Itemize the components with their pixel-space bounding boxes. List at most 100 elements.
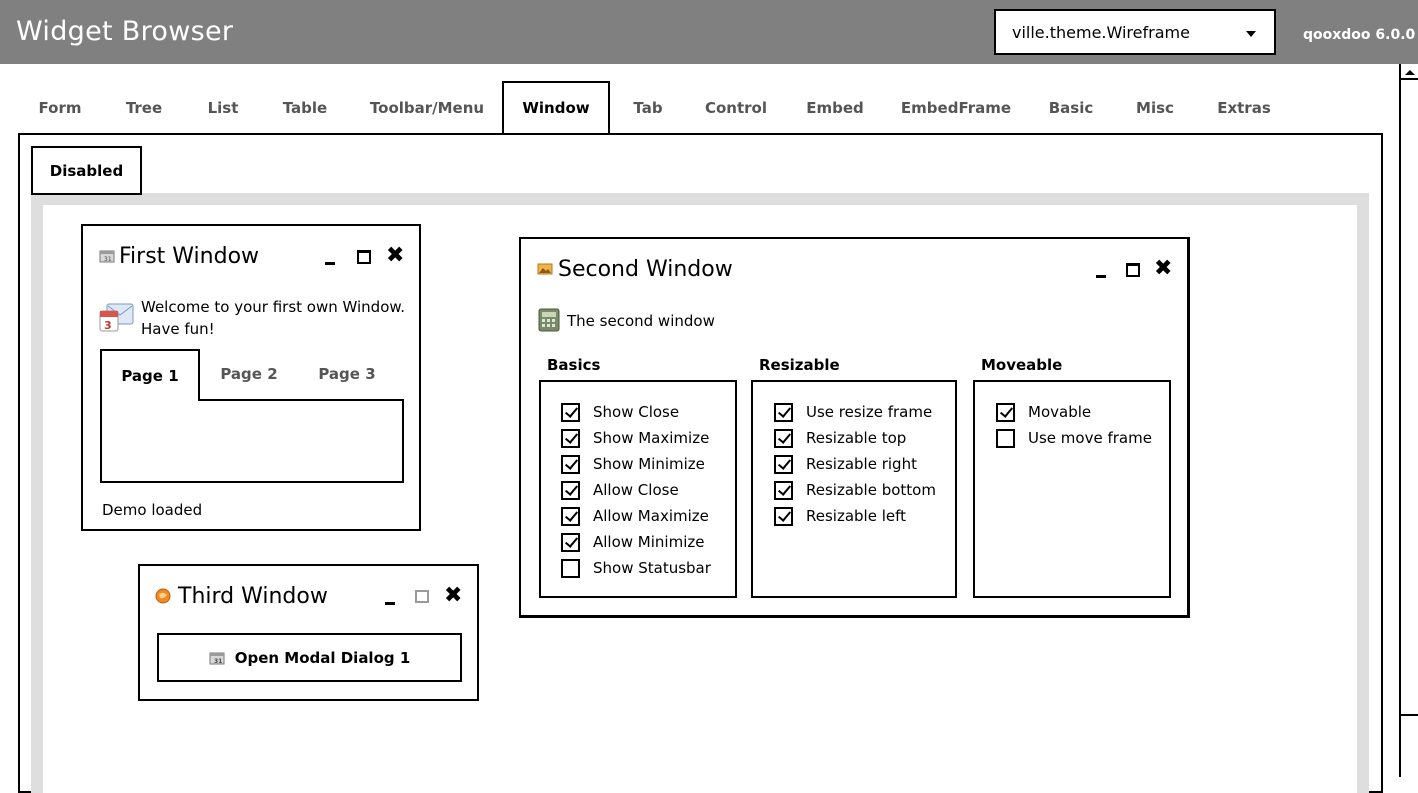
checkbox-label: Resizable top: [806, 429, 907, 447]
first-window-title: First Window: [119, 244, 260, 269]
scrollbar-thumb[interactable]: [1401, 82, 1418, 716]
resizable-group-label: Resizable: [759, 356, 840, 374]
resizable-right-checkbox[interactable]: Resizable right: [774, 453, 917, 475]
tab-tree[interactable]: Tree: [114, 82, 174, 134]
checkbox-box: [774, 402, 793, 422]
calendar-icon: 31: [209, 652, 225, 665]
status-bar-text: Demo loaded: [102, 501, 203, 519]
tab-window[interactable]: Window: [502, 81, 610, 133]
checkbox-box: [561, 506, 580, 526]
third-window[interactable]: Third Window ✖ 31 Open Modal Dialog 1: [138, 564, 479, 701]
maximize-button[interactable]: [355, 248, 373, 266]
allow-maximize-checkbox[interactable]: Allow Maximize: [561, 505, 709, 527]
allow-close-checkbox[interactable]: Allow Close: [561, 479, 679, 501]
second-window[interactable]: Second Window ✖ The second window Basics…: [519, 237, 1190, 618]
checkbox-box: [774, 454, 793, 474]
checkbox-label: Resizable left: [806, 507, 907, 525]
calendar-icon: 31: [99, 250, 115, 263]
tab-list[interactable]: List: [196, 82, 250, 134]
checkbox-label: Allow Minimize: [593, 533, 705, 551]
checkbox-label: Use resize frame: [806, 403, 933, 421]
moveable-group-label: Moveable: [981, 356, 1063, 374]
chevron-down-icon: [1246, 31, 1256, 37]
calculator-icon: [538, 308, 560, 332]
checkbox-label: Movable: [1028, 403, 1092, 421]
scroll-up-arrow-icon[interactable]: [1401, 64, 1418, 80]
third-window-title: Third Window: [178, 584, 328, 609]
checkbox-label: Allow Close: [593, 481, 679, 499]
first-window[interactable]: 31 First Window ✖ 3 Welcome to your firs…: [81, 224, 421, 531]
checkbox-label: Show Maximize: [593, 429, 710, 447]
minimize-button[interactable]: [382, 589, 400, 607]
maximize-button[interactable]: [1124, 261, 1142, 279]
checkbox-label: Show Statusbar: [593, 559, 711, 577]
calendar-mail-icon: 3: [99, 303, 134, 332]
open-modal-dialog-label: Open Modal Dialog 1: [234, 648, 411, 667]
show-statusbar-checkbox[interactable]: Show Statusbar: [561, 557, 711, 579]
resizable-bottom-checkbox[interactable]: Resizable bottom: [774, 479, 936, 501]
close-button[interactable]: ✖: [444, 585, 462, 607]
open-modal-dialog-button[interactable]: 31 Open Modal Dialog 1: [157, 633, 462, 682]
tab-embed[interactable]: Embed: [798, 82, 872, 134]
basics-group-label: Basics: [547, 356, 601, 374]
minimize-button[interactable]: [322, 249, 340, 267]
checkbox-box: [561, 480, 580, 500]
checkbox-label: Show Minimize: [593, 455, 705, 473]
use-move-frame-checkbox[interactable]: Use move frame: [996, 427, 1152, 449]
theme-select-value: ville.theme.Wireframe: [1012, 23, 1190, 42]
svg-text:3: 3: [104, 319, 112, 332]
svg-text:31: 31: [104, 256, 112, 263]
svg-text:31: 31: [214, 658, 222, 665]
welcome-text: Welcome to your first own Window. Have f…: [141, 296, 405, 340]
use-resize-frame-checkbox[interactable]: Use resize frame: [774, 401, 932, 423]
checkbox-box: [774, 506, 793, 526]
checkbox-label: Show Close: [593, 403, 680, 421]
welcome-text-line-1: Welcome to your first own Window.: [141, 298, 406, 316]
vertical-scrollbar[interactable]: [1399, 64, 1418, 777]
show-maximize-checkbox[interactable]: Show Maximize: [561, 427, 709, 449]
checkbox-box: [561, 558, 580, 578]
tab-misc[interactable]: Misc: [1126, 82, 1184, 134]
checkbox-label: Resizable bottom: [806, 481, 936, 499]
globe-icon: [155, 588, 171, 604]
close-button[interactable]: ✖: [386, 245, 404, 267]
tab-page-3[interactable]: Page 3: [298, 349, 396, 399]
checkbox-label: Resizable right: [806, 455, 917, 473]
allow-minimize-checkbox[interactable]: Allow Minimize: [561, 531, 704, 553]
checkbox-box: [561, 532, 580, 552]
tab-disabled[interactable]: Disabled: [31, 146, 142, 195]
tab-page-2[interactable]: Page 2: [200, 349, 298, 399]
tab-embedframe[interactable]: EmbedFrame: [894, 82, 1018, 134]
show-close-checkbox[interactable]: Show Close: [561, 401, 679, 423]
welcome-text-line-2: Have fun!: [141, 320, 215, 338]
theme-select[interactable]: ville.theme.Wireframe: [994, 9, 1276, 55]
resizable-left-checkbox[interactable]: Resizable left: [774, 505, 906, 527]
moveable-group: Movable Use move frame: [973, 380, 1171, 598]
checkbox-box: [561, 428, 580, 448]
show-minimize-checkbox[interactable]: Show Minimize: [561, 453, 705, 475]
checkbox-box: [774, 428, 793, 448]
second-window-title: Second Window: [558, 257, 733, 282]
movable-checkbox[interactable]: Movable: [996, 401, 1091, 423]
checkbox-label: Use move frame: [1028, 429, 1152, 447]
tab-table[interactable]: Table: [272, 82, 338, 134]
checkbox-label: Allow Maximize: [593, 507, 709, 525]
close-button[interactable]: ✖: [1154, 258, 1172, 280]
maximize-button: [413, 588, 431, 606]
second-window-text: The second window: [567, 312, 715, 330]
app-title: Widget Browser: [16, 16, 234, 47]
resizable-group: Use resize frame Resizable top Resizable…: [751, 380, 957, 598]
basics-group: Show Close Show Maximize Show Minimize A…: [539, 380, 737, 598]
checkbox-box: [996, 428, 1015, 448]
tab-page-1[interactable]: Page 1: [100, 349, 200, 401]
tab-basic[interactable]: Basic: [1040, 82, 1102, 134]
tab-form[interactable]: Form: [28, 82, 92, 134]
tab-control[interactable]: Control: [698, 82, 774, 134]
image-icon: [537, 263, 553, 275]
tab-page-content: [100, 399, 404, 483]
tab-toolbar-menu[interactable]: Toolbar/Menu: [362, 82, 492, 134]
tab-extras[interactable]: Extras: [1206, 82, 1282, 134]
resizable-top-checkbox[interactable]: Resizable top: [774, 427, 906, 449]
tab-tab[interactable]: Tab: [622, 82, 674, 134]
minimize-button[interactable]: [1093, 262, 1111, 280]
